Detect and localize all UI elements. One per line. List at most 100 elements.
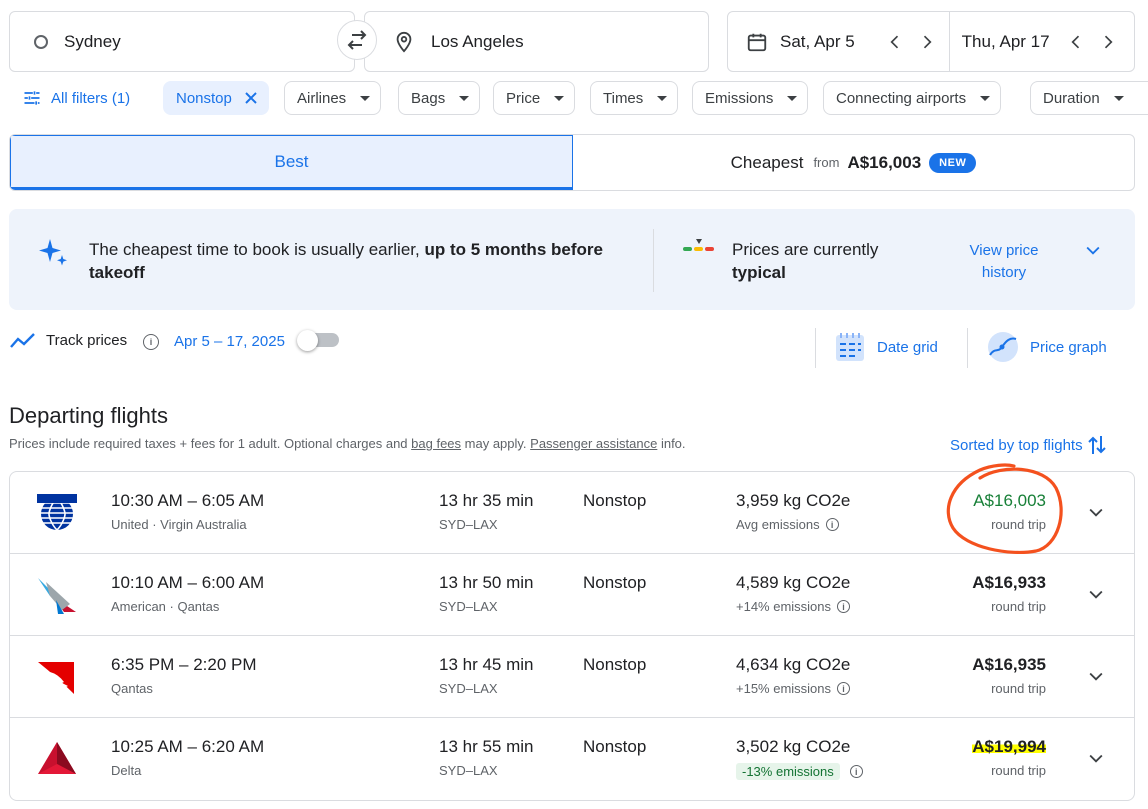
date-grid-icon: [836, 333, 864, 361]
new-badge: NEW: [929, 152, 977, 173]
sort-button[interactable]: Sorted by top flights: [950, 434, 1107, 456]
dates-field[interactable]: Sat, Apr 5 Thu, Apr 17: [727, 11, 1135, 72]
flight-airline: American · Qantas: [111, 599, 220, 614]
chip-price[interactable]: Price: [493, 81, 576, 115]
close-icon[interactable]: [244, 91, 258, 105]
chevron-down-icon[interactable]: [1086, 748, 1106, 768]
depart-next-icon[interactable]: [917, 32, 937, 52]
chevron-down-icon: [554, 95, 565, 101]
price-typical: Prices are currently typical: [732, 238, 878, 284]
flight-emissions: +15% emissions i: [736, 681, 851, 696]
info-icon[interactable]: i: [143, 334, 159, 350]
flight-route: SYD–LAX: [439, 517, 498, 532]
flight-stops: Nonstop: [583, 491, 647, 510]
chevron-down-icon[interactable]: [1086, 584, 1106, 604]
chip-duration-label: Duration: [1043, 89, 1100, 107]
flight-airline: Qantas: [111, 681, 153, 696]
info-icon[interactable]: i: [825, 518, 839, 531]
flight-co2: 4,589 kg CO2e: [736, 573, 851, 592]
flight-times: 10:25 AM – 6:20 AM: [111, 737, 265, 756]
chip-emissions[interactable]: Emissions: [692, 81, 809, 115]
return-date[interactable]: Thu, Apr 17: [962, 32, 1050, 52]
info-icon[interactable]: i: [837, 600, 851, 613]
depart-date[interactable]: Sat, Apr 5: [780, 32, 855, 52]
bag-fees-link[interactable]: bag fees: [411, 436, 461, 451]
flight-emissions: +14% emissions i: [736, 599, 851, 614]
return-prev-icon[interactable]: [1066, 32, 1086, 52]
price-graph-label: Price graph: [1030, 338, 1107, 356]
origin-input[interactable]: Sydney: [64, 32, 121, 52]
swap-button[interactable]: [337, 20, 377, 60]
tab-cheapest[interactable]: Cheapest from A$16,003 NEW: [573, 135, 1134, 190]
flight-row[interactable]: 10:10 AM – 6:00 AM American · Qantas 13 …: [10, 554, 1134, 636]
chip-times-label: Times: [603, 89, 644, 107]
view-price-history-link[interactable]: View price history: [945, 240, 1063, 284]
info-icon[interactable]: i: [837, 682, 851, 695]
all-filters-button[interactable]: All filters (1): [22, 88, 130, 108]
passenger-assistance-link[interactable]: Passenger assistance: [530, 436, 657, 451]
return-next-icon[interactable]: [1098, 32, 1118, 52]
origin-field[interactable]: Sydney: [9, 11, 355, 72]
sort-icon: [1087, 436, 1106, 454]
flight-route: SYD–LAX: [439, 763, 498, 778]
track-toggle[interactable]: [297, 330, 318, 351]
chevron-down-icon: [787, 95, 798, 101]
flight-trip-type: round trip: [991, 517, 1046, 532]
info-icon[interactable]: i: [849, 765, 863, 778]
flight-row[interactable]: 6:35 PM – 2:20 PM Qantas 13 hr 45 min SY…: [10, 636, 1134, 718]
section-title: Departing flights: [9, 403, 168, 428]
depart-prev-icon[interactable]: [885, 32, 905, 52]
chevron-down-icon: [980, 95, 991, 101]
emissions-text: +14% emissions: [736, 599, 832, 614]
location-pin-icon: [396, 31, 412, 53]
flight-duration: 13 hr 55 min: [439, 737, 534, 756]
flight-list: 10:30 AM – 6:05 AM United · Virgin Austr…: [9, 471, 1135, 801]
tab-best[interactable]: Best: [10, 135, 573, 190]
price-insight-banner: The cheapest time to book is usually ear…: [9, 209, 1135, 310]
flight-times: 6:35 PM – 2:20 PM: [111, 655, 257, 674]
tab-cheapest-label: Cheapest: [730, 152, 804, 172]
flight-price-highlighted: A$19,994: [972, 737, 1046, 757]
flight-row[interactable]: 10:25 AM – 6:20 AM Delta 13 hr 55 min SY…: [10, 718, 1134, 800]
price-typical-bold: typical: [732, 263, 786, 282]
history-link-line1: View price: [969, 242, 1039, 259]
price-typical-text: Prices are currently: [732, 240, 879, 259]
chip-airlines[interactable]: Airlines: [284, 81, 382, 115]
flight-row[interactable]: 10:30 AM – 6:05 AM United · Virgin Austr…: [10, 472, 1134, 554]
date-grid-button[interactable]: Date grid: [834, 331, 938, 363]
flight-trip-type: round trip: [991, 599, 1046, 614]
flight-emissions: Avg emissions i: [736, 517, 839, 532]
destination-field[interactable]: Los Angeles: [364, 11, 709, 72]
flight-airline: United · Virgin Australia: [111, 517, 247, 532]
flight-duration: 13 hr 50 min: [439, 573, 534, 592]
origin-circle-icon: [34, 34, 48, 49]
chevron-down-icon: [360, 95, 371, 101]
flight-route: SYD–LAX: [439, 681, 498, 696]
destination-input[interactable]: Los Angeles: [431, 32, 524, 52]
chevron-down-icon[interactable]: [1086, 666, 1106, 686]
chip-nonstop[interactable]: Nonstop: [163, 81, 269, 115]
chip-duration[interactable]: Duration: [1030, 81, 1148, 115]
flight-trip-type: round trip: [991, 681, 1046, 696]
banner-divider: [653, 229, 654, 292]
sort-label: Sorted by top flights: [950, 436, 1083, 454]
chip-times[interactable]: Times: [590, 81, 679, 115]
booking-tip-text: The cheapest time to book is usually ear…: [89, 240, 425, 259]
tune-icon: [24, 91, 40, 105]
chevron-down-icon[interactable]: [1083, 240, 1103, 260]
price-note-1: Prices include required taxes + fees for…: [9, 436, 412, 451]
flight-times: 10:10 AM – 6:00 AM: [111, 573, 265, 592]
price-graph-button[interactable]: Price graph: [986, 331, 1107, 363]
chevron-down-icon: [459, 95, 470, 101]
flight-duration: 13 hr 35 min: [439, 491, 534, 510]
flight-emissions: -13% emissions i: [736, 763, 863, 780]
chevron-down-icon[interactable]: [1086, 502, 1106, 522]
chip-connecting-airports[interactable]: Connecting airports: [823, 81, 1002, 115]
chip-connecting-label: Connecting airports: [836, 89, 967, 107]
sparkle-icon: [39, 239, 67, 266]
qantas-logo-icon: [38, 662, 74, 694]
price-graph-icon: [988, 332, 1018, 362]
chevron-down-icon: [1113, 95, 1124, 101]
chip-bags[interactable]: Bags: [398, 81, 481, 115]
tab-cheapest-from: from: [813, 155, 840, 170]
